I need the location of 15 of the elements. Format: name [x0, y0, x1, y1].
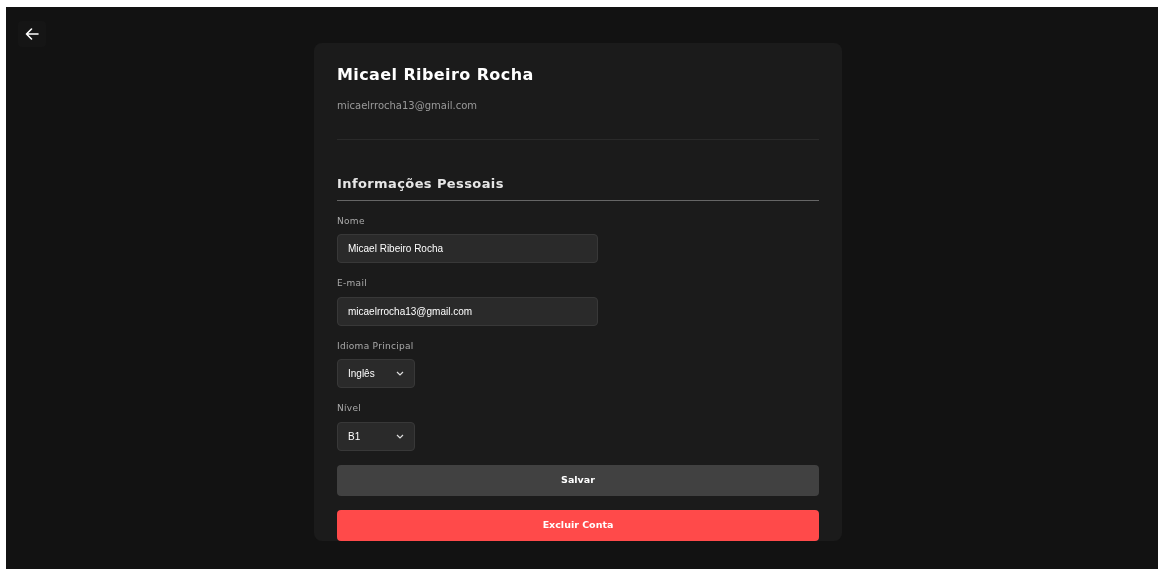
section-title: Informações Pessoais [337, 174, 819, 201]
field-label: Idioma Principal [337, 339, 415, 353]
save-button[interactable]: Salvar [337, 464, 819, 496]
field-label: Nível [337, 402, 363, 416]
select-field[interactable]: Inglês [337, 359, 415, 389]
user-email: micaelrrocha13@gmail.com [337, 99, 479, 114]
field-label: E-mail [337, 277, 369, 291]
chevron-down-icon [396, 433, 404, 439]
input-field[interactable]: Micael Ribeiro Rocha [337, 234, 598, 264]
chevron-down-icon [396, 371, 404, 377]
user-name: Micael Ribeiro Rocha [337, 65, 535, 85]
input-field[interactable]: micaelrrocha13@gmail.com [337, 296, 598, 326]
select-field[interactable]: B1 [337, 421, 415, 451]
back-arrow-icon [25, 28, 39, 40]
field-label: Nome [337, 214, 366, 228]
